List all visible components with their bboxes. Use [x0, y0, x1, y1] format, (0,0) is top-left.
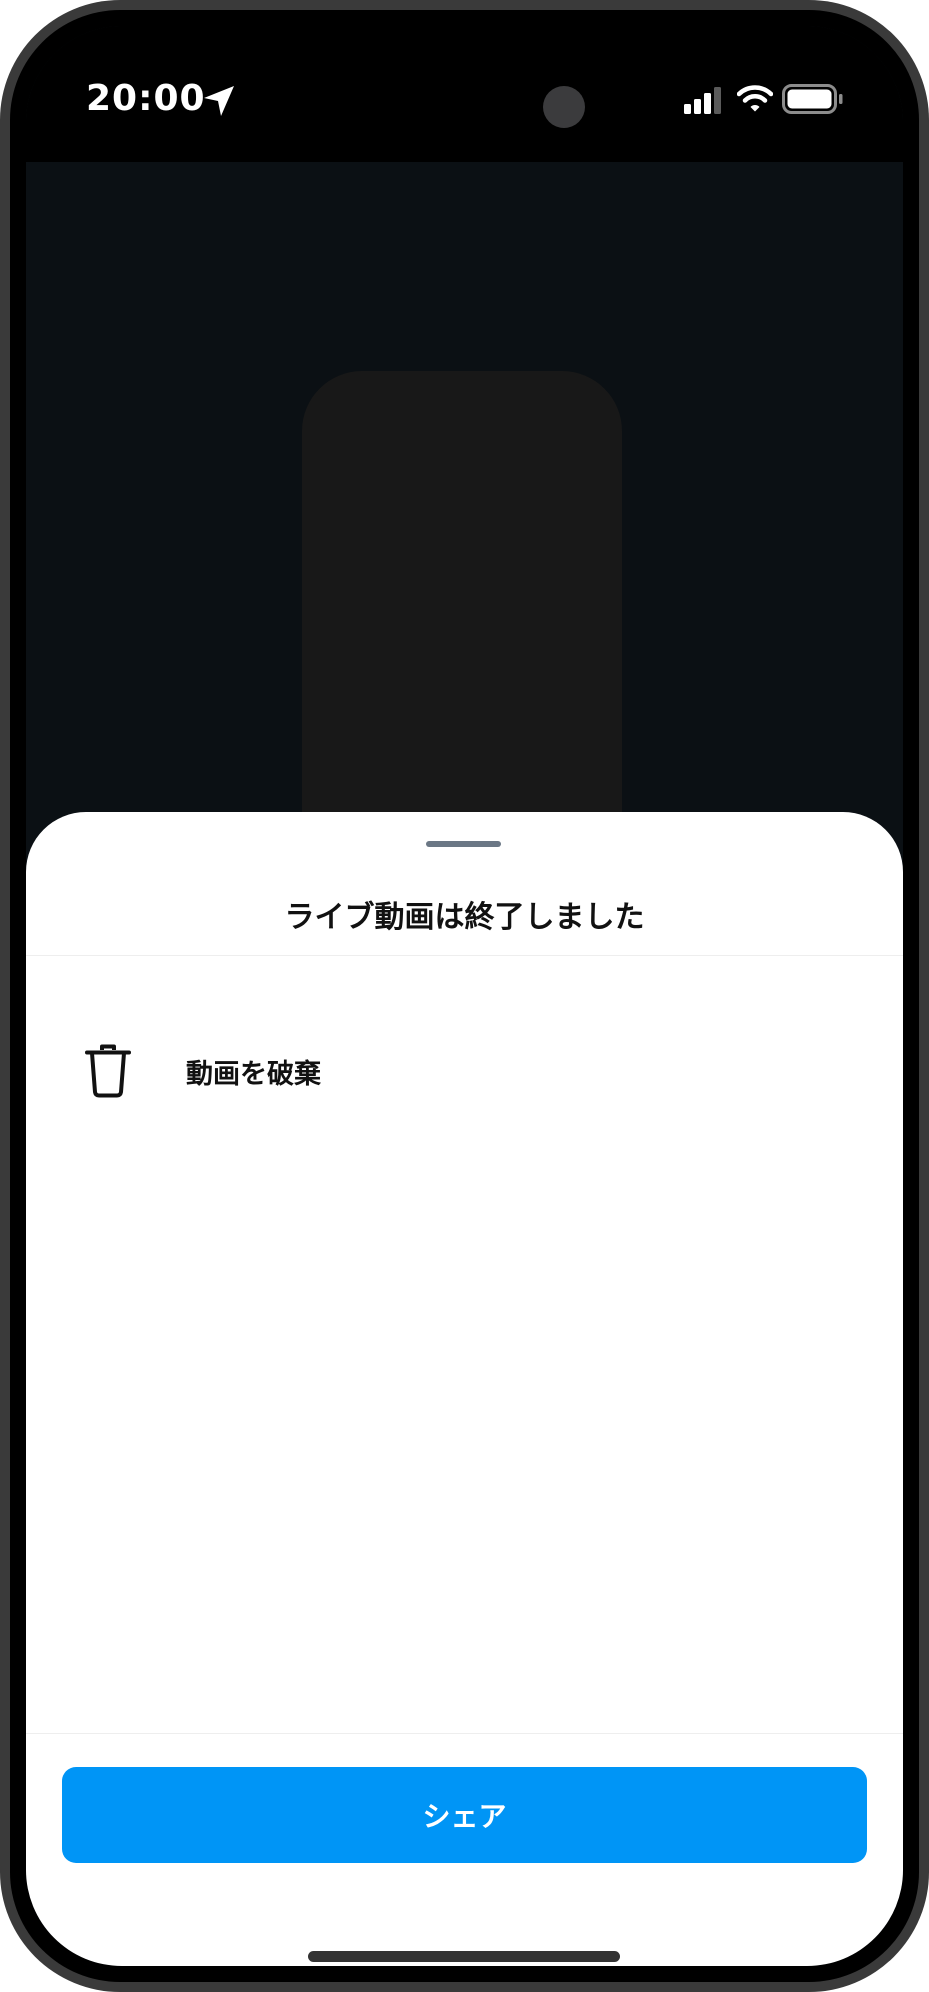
discard-video-label: 動画を破棄	[186, 1059, 321, 1090]
home-indicator[interactable]	[308, 1951, 620, 1962]
sheet-grabber[interactable]	[426, 841, 501, 847]
status-bar: 20:00	[26, 26, 903, 162]
phone-bezel: 20:00 ライブ動画は終了しました 動画を破棄 シェア	[10, 10, 919, 1982]
phone-frame: 20:00 ライブ動画は終了しました 動画を破棄 シェア	[0, 0, 929, 1992]
share-button[interactable]: シェア	[62, 1767, 867, 1863]
cellular-signal-icon	[684, 87, 721, 114]
discard-video-item[interactable]: 動画を破棄	[26, 1030, 903, 1110]
front-camera	[543, 86, 585, 128]
bottom-sheet: ライブ動画は終了しました 動画を破棄 シェア	[26, 812, 903, 1966]
status-time: 20:00	[86, 78, 206, 119]
location-arrow-icon	[204, 86, 234, 116]
divider	[26, 1733, 903, 1734]
wifi-icon	[737, 85, 773, 112]
sheet-title: ライブ動画は終了しました	[284, 900, 645, 935]
divider	[26, 955, 903, 956]
screen: 20:00 ライブ動画は終了しました 動画を破棄 シェア	[26, 26, 903, 1966]
battery-icon	[782, 84, 843, 114]
trash-icon	[85, 1044, 131, 1098]
